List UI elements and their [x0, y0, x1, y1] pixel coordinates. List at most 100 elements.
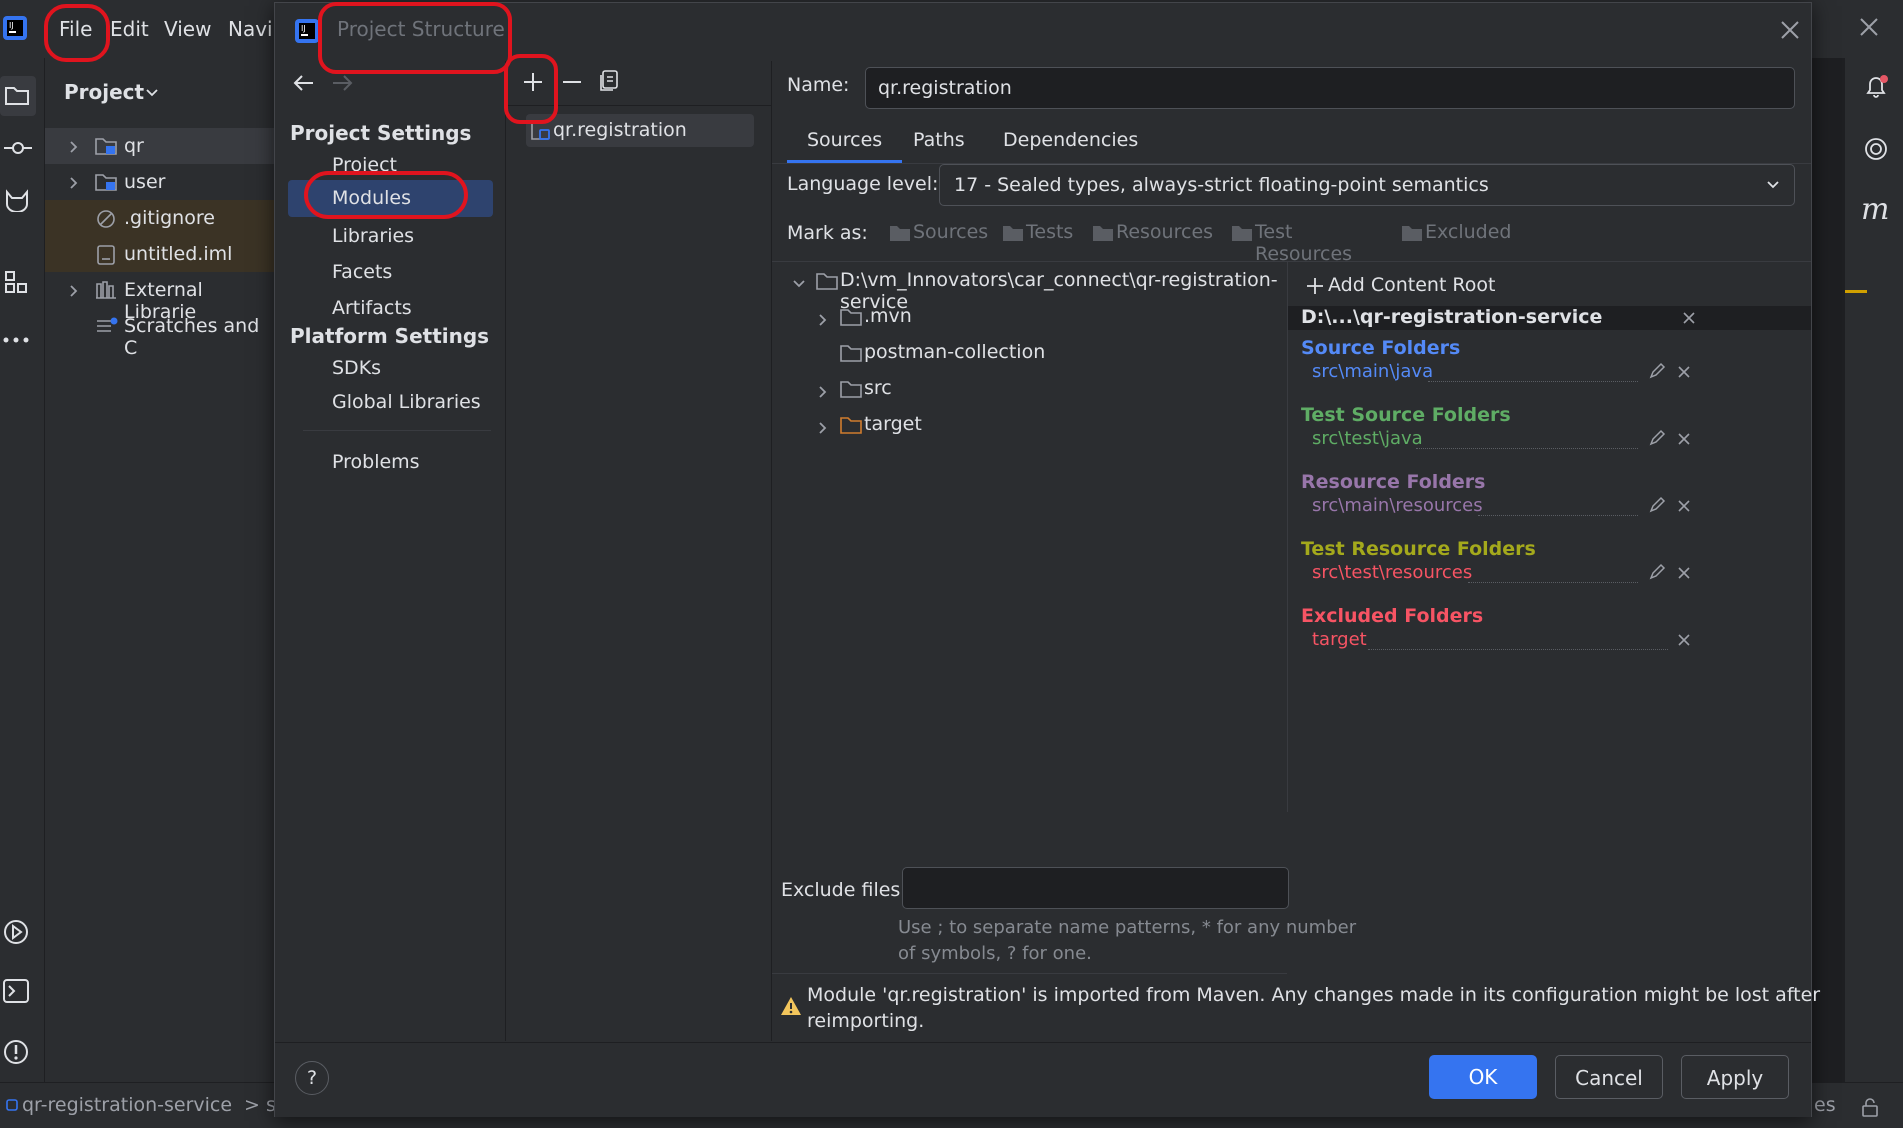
tab-sources-label: Sources — [807, 129, 883, 151]
terminal-icon[interactable] — [2, 978, 30, 1004]
folder-icon — [1232, 226, 1252, 241]
apply-button[interactable]: Apply — [1681, 1055, 1789, 1099]
run-icon[interactable] — [2, 918, 30, 946]
structure-icon[interactable] — [4, 270, 30, 296]
edit-pencil-icon[interactable] — [1648, 496, 1666, 514]
notifications-icon[interactable] — [1863, 74, 1889, 100]
commit-icon[interactable] — [4, 138, 32, 158]
module-list-item[interactable]: qr.registration — [526, 114, 754, 147]
language-level-value: 17 - Sealed types, always-strict floatin… — [954, 174, 1489, 196]
project-panel-title[interactable]: Project — [64, 80, 144, 104]
remove-folder-icon[interactable] — [1678, 567, 1690, 579]
nav-item-problems[interactable]: Problems — [332, 451, 420, 473]
edit-pencil-icon[interactable] — [1648, 429, 1666, 447]
ide-tool-stripe-left — [0, 58, 45, 1124]
project-tree-item-gitignore[interactable]: .gitignore — [45, 200, 275, 236]
mark-as-label: Mark as: — [787, 222, 868, 244]
maven-icon[interactable]: m — [1861, 192, 1889, 227]
menu-navigate[interactable]: Navi — [228, 17, 273, 41]
ide-tool-stripe-right: m — [1844, 58, 1903, 1082]
warning-icon — [780, 996, 802, 1016]
edit-pencil-icon[interactable] — [1648, 362, 1666, 380]
ai-assistant-icon[interactable] — [1863, 136, 1889, 162]
ide-close-icon[interactable] — [1858, 16, 1880, 38]
more-icon[interactable] — [2, 336, 32, 344]
tree-item-target[interactable]: target — [772, 413, 1287, 451]
dialog-title: Project Structure — [337, 17, 505, 41]
ignore-icon — [95, 208, 117, 230]
forward-arrow-icon[interactable] — [331, 74, 353, 92]
help-button[interactable]: ? — [295, 1061, 329, 1095]
nav-item-project[interactable]: Project — [332, 154, 397, 176]
nav-item-modules[interactable]: Modules — [288, 180, 493, 217]
nav-item-sdks[interactable]: SDKs — [332, 357, 381, 379]
back-arrow-icon[interactable] — [293, 74, 315, 92]
copy-icon[interactable] — [599, 70, 619, 92]
module-icon — [530, 121, 552, 141]
dialog-close-icon[interactable] — [1779, 19, 1801, 41]
project-tree-item-untitled-iml[interactable]: untitled.iml — [45, 236, 275, 272]
remove-folder-icon[interactable] — [1678, 500, 1690, 512]
tree-item-src[interactable]: src — [772, 377, 1287, 415]
tab-dependencies[interactable]: Dependencies — [1003, 129, 1138, 151]
remove-folder-icon[interactable] — [1678, 433, 1690, 445]
project-tree-item-scratches[interactable]: Scratches and C — [45, 308, 275, 359]
exclude-files-input[interactable] — [902, 867, 1289, 909]
tree-item-mvn[interactable]: .mvn — [772, 305, 1287, 343]
chevron-right-icon — [818, 313, 828, 327]
folder-icon — [1402, 226, 1422, 241]
menu-view[interactable]: View — [164, 17, 211, 41]
tree-item-postman-collection[interactable]: postman-collection — [772, 341, 1287, 379]
library-icon — [95, 280, 119, 300]
status-breadcrumb[interactable]: qr-registration-service — [22, 1094, 232, 1116]
settings-nav-pane: Project Settings Project Modules Librari… — [275, 61, 506, 1041]
test-resource-folder-path: src\test\resources — [1312, 562, 1473, 583]
dialog-titlebar: IJ Project Structure — [275, 3, 1811, 61]
project-tree-item-user[interactable]: user — [45, 164, 275, 200]
tree-item-label: postman-collection — [864, 341, 1046, 363]
exclude-files-label: Exclude files: — [781, 879, 907, 901]
status-breadcrumb-separator: > — [244, 1094, 260, 1116]
remove-folder-icon[interactable] — [1678, 366, 1690, 378]
chevron-right-icon — [69, 140, 79, 154]
project-tool-window: Project qr user .gitignore untitled.iml … — [45, 58, 275, 1082]
problems-icon[interactable] — [2, 1038, 30, 1066]
chevron-down-icon — [792, 279, 806, 289]
tab-sources[interactable]: Sources — [787, 120, 902, 163]
project-tree-item-label: qr — [124, 135, 144, 157]
nav-item-artifacts[interactable]: Artifacts — [332, 297, 412, 319]
tab-paths[interactable]: Paths — [913, 129, 965, 151]
language-level-select[interactable]: 17 - Sealed types, always-strict floatin… — [939, 164, 1795, 206]
project-tree-item-external-libraries[interactable]: External Librarie — [45, 272, 275, 323]
lock-icon[interactable] — [1860, 1097, 1880, 1117]
mark-as-sources-label: Sources — [913, 221, 989, 243]
maven-cat-icon[interactable] — [4, 188, 30, 212]
nav-item-libraries[interactable]: Libraries — [332, 225, 414, 247]
ok-button[interactable]: OK — [1429, 1055, 1537, 1099]
nav-item-facets[interactable]: Facets — [332, 261, 392, 283]
project-tree-item-qr[interactable]: qr — [45, 128, 275, 164]
content-root-header: D:\...\qr-registration-service — [1288, 306, 1811, 330]
resource-folders-heading: Resource Folders — [1301, 471, 1486, 493]
nav-item-global-libraries[interactable]: Global Libraries — [332, 391, 481, 413]
menu-edit[interactable]: Edit — [110, 17, 149, 41]
leader-dots — [1478, 514, 1638, 516]
edit-pencil-icon[interactable] — [1648, 563, 1666, 581]
menu-file[interactable]: File — [59, 17, 92, 41]
tree-item-label: target — [864, 413, 922, 435]
remove-folder-icon[interactable] — [1678, 634, 1690, 646]
tree-root-row[interactable]: D:\vm_Innovators\car_connect\qr-registra… — [772, 269, 1287, 313]
svg-text:IJ: IJ — [301, 24, 306, 33]
cancel-button[interactable]: Cancel — [1555, 1055, 1663, 1099]
chevron-right-icon — [818, 385, 828, 399]
add-icon[interactable] — [522, 71, 544, 93]
remove-content-root-icon[interactable] — [1683, 312, 1695, 324]
remove-icon[interactable] — [561, 71, 583, 93]
project-settings-heading: Project Settings — [290, 121, 472, 145]
excluded-folder-icon — [840, 415, 864, 435]
chevron-down-icon[interactable] — [145, 88, 159, 98]
excluded-folder-path: target — [1312, 629, 1367, 650]
module-name-input[interactable]: qr.registration — [865, 67, 1795, 109]
dialog-button-bar: ? OK Cancel Apply — [275, 1042, 1811, 1117]
project-toolwindow-button[interactable] — [0, 76, 36, 116]
